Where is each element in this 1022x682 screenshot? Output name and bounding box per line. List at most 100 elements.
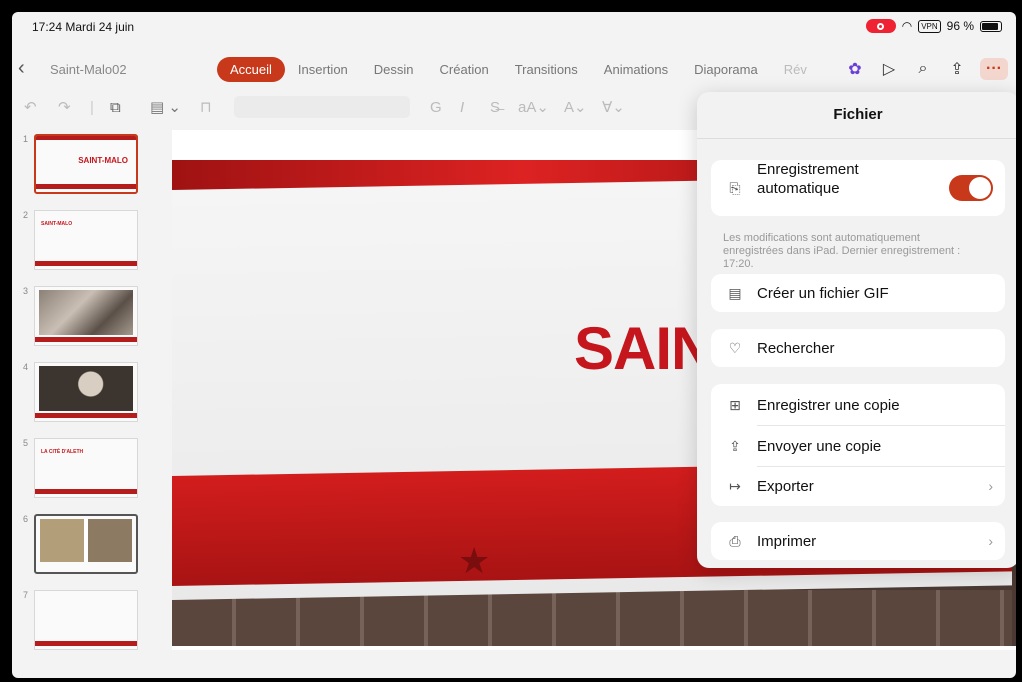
tab-dessin[interactable]: Dessin <box>361 57 427 82</box>
thumb-number: 1 <box>23 134 29 144</box>
slide-title[interactable]: SAIN <box>574 314 714 383</box>
wifi-icon: ◠ <box>901 19 913 33</box>
autosave-label: Enregistrement automatique <box>757 161 859 197</box>
search-label: Rechercher <box>757 339 835 357</box>
status-bar: 17:24 Mardi 24 juin ◠ VPN 96 % <box>12 12 1016 40</box>
slide-thumbnails: 1 SAINT-MALO 2 SAINT-MALO 3 4 5 LA CITÉ … <box>12 130 152 678</box>
thumb-photo <box>39 290 133 335</box>
strikethrough-icon[interactable]: S̶ <box>490 99 500 116</box>
tab-diaporama[interactable]: Diaporama <box>681 57 771 82</box>
title-bar: ‹ Saint-Malo02 Accueil Insertion Dessin … <box>12 52 1016 88</box>
tab-creation[interactable]: Création <box>427 57 502 82</box>
tab-transitions[interactable]: Transitions <box>502 57 591 82</box>
new-slide-icon[interactable]: ⧉ <box>110 99 121 116</box>
tab-animations[interactable]: Animations <box>591 57 681 82</box>
print-label: Imprimer <box>757 532 817 550</box>
export-label: Exporter <box>757 477 814 495</box>
slide-thumb-2[interactable]: SAINT-MALO <box>34 210 138 270</box>
slide-thumb-4[interactable] <box>34 362 138 422</box>
tab-accueil[interactable]: Accueil <box>217 57 285 82</box>
more-options-button[interactable]: ··· <box>980 58 1008 80</box>
battery-icon <box>980 20 1002 32</box>
thumb-caption: SAINT-MALO <box>41 221 73 227</box>
font-color-icon[interactable]: A⌄ <box>564 98 587 116</box>
search-item[interactable]: ♡ Rechercher <box>711 329 1005 367</box>
autosave-card: ⎘ Enregistrement automatique <box>711 160 1005 216</box>
thumb-band <box>35 261 137 266</box>
thumb-number: 6 <box>23 514 29 524</box>
autosave-note: Les modifications sont automatiquement e… <box>723 232 961 270</box>
slide-thumb-6[interactable] <box>34 514 138 574</box>
save-copy-label: Enregistrer une copie <box>757 396 900 414</box>
thumb-band <box>35 413 137 418</box>
create-gif-label: Créer un fichier GIF <box>757 284 889 302</box>
bold-icon[interactable]: G <box>430 99 442 116</box>
search-icon[interactable]: ⌕ <box>912 58 934 80</box>
thumb-band <box>35 337 137 342</box>
print-item[interactable]: ⎙ Imprimer › <box>711 522 1005 560</box>
thumb-caption: LA CITÉ D'ALETH <box>41 449 84 455</box>
save-export-card: ⊞ Enregistrer une copie ⇪ Envoyer une co… <box>711 384 1005 506</box>
thumb-photo <box>39 366 133 411</box>
save-copy-item[interactable]: ⊞ Enregistrer une copie <box>711 386 1005 424</box>
toolbar-divider: | <box>90 98 94 116</box>
thumb-photo <box>40 519 132 562</box>
thumb-band <box>36 184 136 189</box>
menu-title: Fichier <box>833 106 883 123</box>
row-divider <box>757 425 1005 426</box>
thumb-band <box>35 489 137 494</box>
back-chevron-icon[interactable]: ‹ <box>18 57 25 80</box>
slide-thumb-7[interactable] <box>34 590 138 650</box>
font-size-icon[interactable]: aA⌄ <box>518 98 549 116</box>
star-icon: ★ <box>458 540 491 581</box>
tab-insertion[interactable]: Insertion <box>285 57 361 82</box>
slide-thumb-3[interactable] <box>34 286 138 346</box>
slide-brick-background <box>172 590 1012 646</box>
play-icon[interactable]: ▷ <box>878 58 900 80</box>
share-icon[interactable]: ⇪ <box>946 58 968 80</box>
chevron-right-icon: › <box>988 533 993 549</box>
tab-revision[interactable]: Rév <box>771 57 820 82</box>
undo-icon[interactable]: ↶ <box>24 98 37 116</box>
slide-thumb-5[interactable]: LA CITÉ D'ALETH <box>34 438 138 498</box>
thumb-band <box>35 641 137 646</box>
autosave-icon: ⎘ <box>729 179 741 196</box>
document-title[interactable]: Saint-Malo02 <box>50 62 127 77</box>
thumb-number: 5 <box>23 438 29 448</box>
layout-icon[interactable]: ▤ ⌄ <box>150 98 181 116</box>
send-copy-item[interactable]: ⇪ Envoyer une copie <box>711 427 1005 465</box>
chevron-right-icon: › <box>988 478 993 494</box>
status-right: ◠ VPN 96 % <box>865 19 1002 33</box>
thumb-caption: SAINT-MALO <box>78 156 128 165</box>
file-menu: Fichier ⎘ Enregistrement automatique Les … <box>697 92 1016 568</box>
printer-icon: ⎙ <box>729 532 741 549</box>
thumb-number: 2 <box>23 210 29 220</box>
thumb-number: 7 <box>23 590 29 600</box>
battery-level: 96 % <box>946 19 974 33</box>
title-actions: ✿ ▷ ⌕ ⇪ ··· <box>844 58 1008 80</box>
export-item[interactable]: ↦ Exporter › <box>711 467 1005 505</box>
font-name-field[interactable] <box>234 96 410 118</box>
send-copy-label: Envoyer une copie <box>757 437 882 455</box>
format-painter-icon[interactable]: ⊓ <box>200 98 212 116</box>
italic-icon[interactable]: I <box>460 99 464 116</box>
search-card: ♡ Rechercher <box>711 329 1005 367</box>
screen-recording-icon <box>865 19 896 33</box>
thumb-number: 3 <box>23 286 29 296</box>
lightbulb-icon: ♡ <box>728 339 742 356</box>
gif-file-icon: ▤ <box>728 284 742 301</box>
vpn-badge: VPN <box>918 19 941 33</box>
copilot-icon[interactable]: ✿ <box>844 58 866 80</box>
gif-card: ▤ Créer un fichier GIF <box>711 274 1005 312</box>
redo-icon[interactable]: ↷ <box>58 98 71 116</box>
autosave-toggle[interactable] <box>949 175 993 201</box>
slide-thumb-1[interactable]: SAINT-MALO <box>34 134 138 194</box>
menu-divider <box>697 138 1016 139</box>
status-time: 17:24 Mardi 24 juin <box>32 20 135 34</box>
thumb-band <box>36 136 136 140</box>
ribbon-tabs: Accueil Insertion Dessin Création Transi… <box>217 57 820 82</box>
create-gif-item[interactable]: ▤ Créer un fichier GIF <box>711 274 1005 312</box>
highlight-icon[interactable]: ∀⌄ <box>602 98 625 116</box>
thumb-number: 4 <box>23 362 29 372</box>
print-card: ⎙ Imprimer › <box>711 522 1005 560</box>
